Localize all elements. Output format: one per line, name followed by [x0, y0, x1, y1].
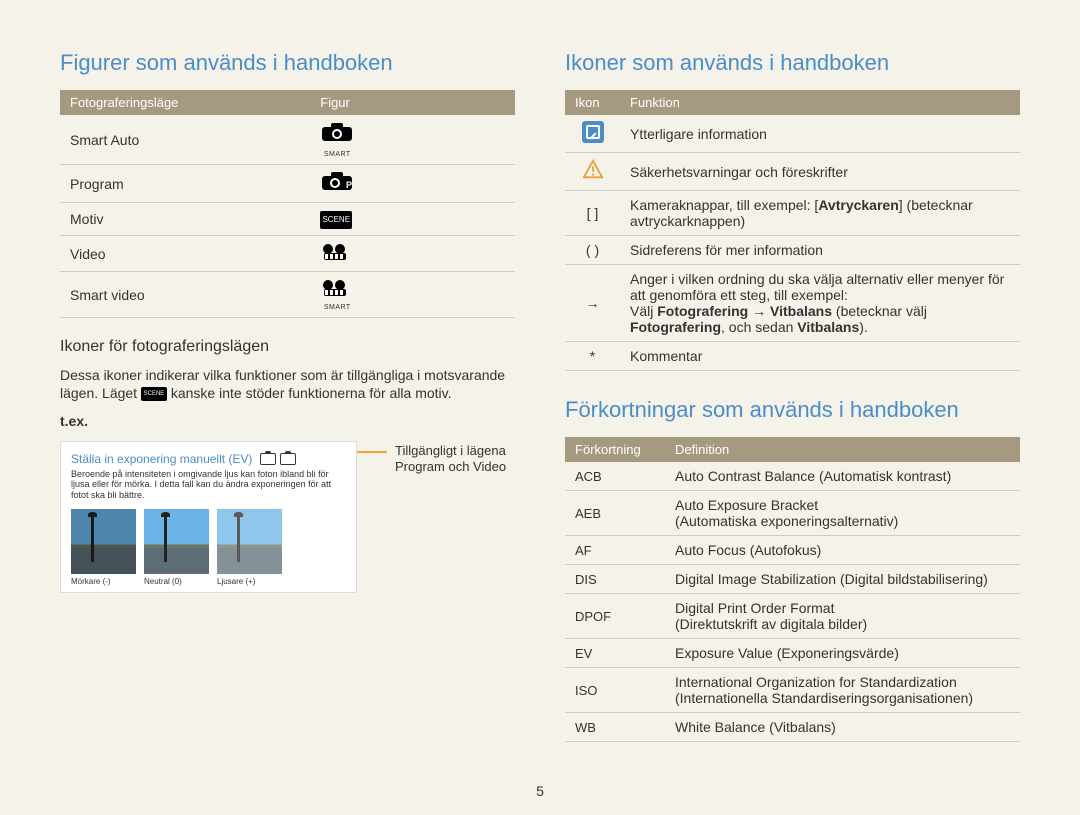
table-row: EVExposure Value (Exponeringsvärde)	[565, 639, 1020, 668]
example-title: Ställa in exponering manuellt (EV)	[71, 452, 252, 466]
table-row: Ytterligare information	[565, 115, 1020, 153]
func-text: Ytterligare information	[620, 115, 1020, 153]
abbrev-def: White Balance (Vitbalans)	[665, 713, 1020, 742]
thumb: Neutral (0)	[144, 509, 209, 586]
abbrev-table: Förkortning Definition ACBAuto Contrast …	[565, 437, 1020, 742]
table-row: ACBAuto Contrast Balance (Automatisk kon…	[565, 462, 1020, 491]
col-figure: Figur	[310, 90, 515, 115]
thumb-image-dark	[71, 509, 136, 574]
col-mode: Fotograferingsläge	[60, 90, 310, 115]
icons-heading: Ikoner som används i handboken	[565, 50, 1020, 76]
abbrev-def: Digital Image Stabilization (Digital bil…	[665, 565, 1020, 594]
video-icon	[280, 453, 296, 465]
thumb-label: Mörkare (-)	[71, 577, 136, 586]
body-paragraph: Dessa ikoner indikerar vilka funktioner …	[60, 366, 515, 402]
table-row: *Kommentar	[565, 342, 1020, 371]
thumb-image-neutral	[144, 509, 209, 574]
thumb: Ljusare (+)	[217, 509, 282, 586]
abbrev-def: Auto Exposure Bracket(Automatiska expone…	[665, 491, 1020, 536]
col-abbrev: Förkortning	[565, 437, 665, 462]
func-text: Anger i vilken ordning du ska välja alte…	[620, 265, 1020, 342]
table-row: Program P	[60, 165, 515, 203]
func-text: Kommentar	[620, 342, 1020, 371]
table-row: Video	[60, 236, 515, 272]
abbrev-def: Auto Focus (Autofokus)	[665, 536, 1020, 565]
abbrev-label: DPOF	[565, 594, 665, 639]
info-icon	[582, 121, 604, 143]
abbrev-label: AEB	[565, 491, 665, 536]
camera-smart-icon: SMART	[320, 121, 354, 158]
func-text: Kameraknappar, till exempel: [Avtryckare…	[620, 191, 1020, 236]
table-row: AEBAuto Exposure Bracket(Automatiska exp…	[565, 491, 1020, 536]
mode-label: Program	[60, 165, 310, 203]
table-row: Smart video SMART	[60, 272, 515, 318]
table-row: Säkerhetsvarningar och föreskrifter	[565, 153, 1020, 191]
col-def: Definition	[665, 437, 1020, 462]
abbrev-label: WB	[565, 713, 665, 742]
figures-table: Fotograferingsläge Figur Smart Auto SMAR…	[60, 90, 515, 318]
icon-text: →	[565, 265, 620, 342]
abbrev-label: DIS	[565, 565, 665, 594]
abbrev-def: Exposure Value (Exponeringsvärde)	[665, 639, 1020, 668]
col-func: Funktion	[620, 90, 1020, 115]
abbrev-label: ACB	[565, 462, 665, 491]
thumb-label: Ljusare (+)	[217, 577, 282, 586]
mode-label: Smart video	[60, 272, 310, 318]
connector-line	[357, 451, 387, 453]
sub-heading: Ikoner för fotograferingslägen	[60, 338, 515, 356]
table-row: ( )Sidreferens för mer information	[565, 236, 1020, 265]
icons-table: Ikon Funktion Ytterligare informationSäk…	[565, 90, 1020, 371]
thumb: Mörkare (-)	[71, 509, 136, 586]
func-text: Säkerhetsvarningar och föreskrifter	[620, 153, 1020, 191]
abbrev-label: ISO	[565, 668, 665, 713]
left-column: Figurer som används i handboken Fotograf…	[60, 50, 515, 762]
table-row: DISDigital Image Stabilization (Digital …	[565, 565, 1020, 594]
abbrev-label: EV	[565, 639, 665, 668]
abbrev-def: Digital Print Order Format(Direktutskrif…	[665, 594, 1020, 639]
tex-label: t.ex.	[60, 412, 515, 430]
warning-icon	[582, 159, 604, 181]
figures-heading: Figurer som används i handboken	[60, 50, 515, 76]
table-row: →Anger i vilken ordning du ska välja alt…	[565, 265, 1020, 342]
video-smart-icon: SMART	[320, 278, 354, 311]
table-row: Motiv SCENE	[60, 203, 515, 236]
table-row: AFAuto Focus (Autofokus)	[565, 536, 1020, 565]
table-row: [ ]Kameraknappar, till exempel: [Avtryck…	[565, 191, 1020, 236]
abbrev-heading: Förkortningar som används i handboken	[565, 397, 1020, 423]
col-icon: Ikon	[565, 90, 620, 115]
camera-p-icon: P	[320, 171, 354, 196]
video-icon	[320, 242, 354, 265]
example-card: Ställa in exponering manuellt (EV) Beroe…	[60, 441, 357, 593]
page-number: 5	[536, 783, 544, 799]
table-row: DPOFDigital Print Order Format(Direktuts…	[565, 594, 1020, 639]
mode-label: Smart Auto	[60, 115, 310, 165]
icon-text: ( )	[565, 236, 620, 265]
func-text: Sidreferens för mer information	[620, 236, 1020, 265]
thumb-image-light	[217, 509, 282, 574]
abbrev-def: Auto Contrast Balance (Automatisk kontra…	[665, 462, 1020, 491]
abbrev-def: International Organization for Standardi…	[665, 668, 1020, 713]
mode-label: Video	[60, 236, 310, 272]
example-caption: Beroende på intensiteten i omgivande lju…	[71, 469, 346, 501]
svg-text:P: P	[346, 180, 352, 190]
thumb-label: Neutral (0)	[144, 577, 209, 586]
scene-icon-inline: SCENE	[141, 387, 167, 401]
abbrev-label: AF	[565, 536, 665, 565]
mode-label: Motiv	[60, 203, 310, 236]
icon-text: [ ]	[565, 191, 620, 236]
scene-icon: SCENE	[320, 211, 352, 229]
table-row: WBWhite Balance (Vitbalans)	[565, 713, 1020, 742]
right-column: Ikoner som används i handboken Ikon Funk…	[565, 50, 1020, 762]
table-row: ISOInternational Organization for Standa…	[565, 668, 1020, 713]
side-note: Tillgängligt i lägena Program och Video	[395, 443, 515, 477]
camera-p-icon	[260, 453, 276, 465]
table-row: Smart Auto SMART	[60, 115, 515, 165]
icon-text: *	[565, 342, 620, 371]
